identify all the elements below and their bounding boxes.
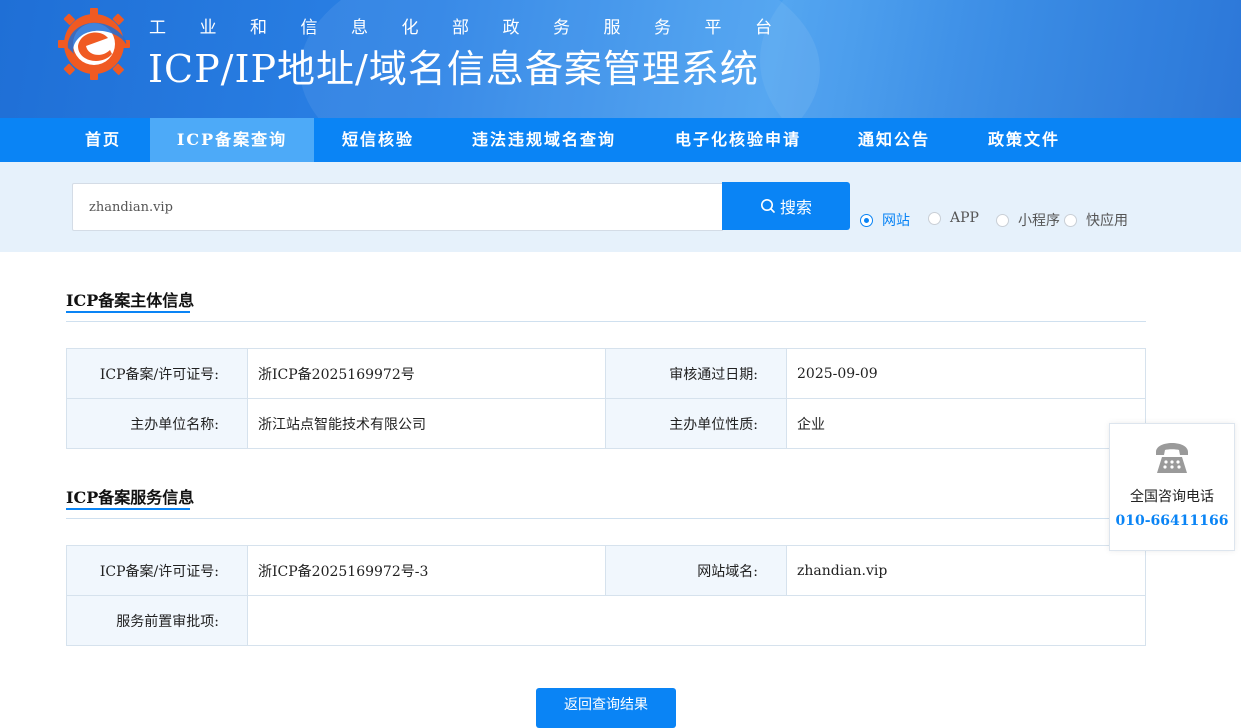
nav-item-notices[interactable]: 通知公告 (846, 118, 942, 162)
org-name-value: 浙江站点智能技术有限公司 (247, 398, 606, 449)
radio-label: 网站 (882, 213, 910, 229)
org-type-value: 企业 (786, 398, 1146, 449)
table-row: ICP备案/许可证号: 浙ICP备2025169972号 审核通过日期: 202… (66, 348, 1146, 399)
search-icon (760, 199, 775, 213)
site-title: ICP/IP地址/域名信息备案管理系统 (148, 47, 759, 91)
table-row: ICP备案/许可证号: 浙ICP备2025169972号-3 网站域名: zha… (66, 545, 1146, 596)
header-banner: 工业和信息化部政务服务平台 ICP/IP地址/域名信息备案管理系统 (0, 0, 1241, 118)
telephone-icon (1156, 443, 1188, 473)
radio-quick-app[interactable]: 快应用 (1064, 210, 1128, 230)
section-title-underline (66, 508, 190, 510)
search-band: 搜索 网站 APP 小程序 快应用 (0, 162, 1241, 252)
nav-item-e-verify[interactable]: 电子化核验申请 (662, 118, 814, 162)
nav-item-sms-verify[interactable]: 短信核验 (330, 118, 426, 162)
back-to-results-button[interactable]: 返回查询结果 (536, 688, 676, 728)
search-button[interactable]: 搜索 (722, 182, 850, 230)
search-input[interactable] (72, 183, 723, 231)
service-license-label: ICP备案/许可证号: (66, 545, 248, 596)
radio-app[interactable]: APP (928, 210, 979, 226)
main-nav: 首页 ICP备案查询 短信核验 违法违规域名查询 电子化核验申请 通知公告 政策… (0, 118, 1241, 162)
radio-label: 快应用 (1086, 213, 1128, 229)
service-info-table: ICP备案/许可证号: 浙ICP备2025169972号-3 网站域名: zha… (66, 545, 1146, 646)
approve-date-label: 审核通过日期: (605, 348, 787, 399)
consult-phone-number: 010-66411166 (1115, 513, 1229, 529)
nav-item-illegal-domain[interactable]: 违法违规域名查询 (460, 118, 628, 162)
miit-logo-icon (58, 8, 130, 80)
banner-decoration (760, 0, 1241, 118)
nav-item-policies[interactable]: 政策文件 (976, 118, 1072, 162)
section-divider (66, 518, 1146, 519)
org-type-label: 主办单位性质: (605, 398, 787, 449)
radio-mini-program[interactable]: 小程序 (996, 210, 1060, 230)
search-button-label: 搜索 (779, 198, 812, 217)
license-label: ICP备案/许可证号: (66, 348, 248, 399)
nav-item-icp-query[interactable]: ICP备案查询 (150, 118, 314, 162)
consult-label: 全国咨询电话 (1130, 489, 1214, 505)
radio-label: APP (950, 210, 979, 226)
consult-hotline-box[interactable]: 全国咨询电话 010-66411166 (1109, 423, 1235, 551)
nav-item-home[interactable]: 首页 (58, 118, 148, 162)
table-row: 服务前置审批项: (66, 595, 1146, 646)
domain-value: zhandian.vip (786, 545, 1146, 596)
section-title-underline (66, 311, 190, 313)
preapproval-value (247, 595, 1146, 646)
radio-checked-icon (860, 213, 873, 227)
radio-unchecked-icon (928, 211, 941, 225)
radio-unchecked-icon (1064, 213, 1077, 227)
approve-date-value: 2025-09-09 (786, 348, 1146, 399)
preapproval-label: 服务前置审批项: (66, 595, 248, 646)
radio-unchecked-icon (996, 213, 1009, 227)
table-row: 主办单位名称: 浙江站点智能技术有限公司 主办单位性质: 企业 (66, 398, 1146, 449)
domain-label: 网站域名: (605, 545, 787, 596)
subject-info-table: ICP备案/许可证号: 浙ICP备2025169972号 审核通过日期: 202… (66, 348, 1146, 449)
subject-section-title: ICP备案主体信息 (66, 291, 195, 310)
org-name-label: 主办单位名称: (66, 398, 248, 449)
section-divider (66, 321, 1146, 322)
service-section-title: ICP备案服务信息 (66, 488, 195, 507)
header-subtitle: 工业和信息化部政务服务平台 (149, 18, 772, 38)
radio-label: 小程序 (1018, 213, 1060, 229)
license-value: 浙ICP备2025169972号 (247, 348, 606, 399)
radio-website[interactable]: 网站 (860, 210, 910, 230)
service-license-value: 浙ICP备2025169972号-3 (247, 545, 606, 596)
